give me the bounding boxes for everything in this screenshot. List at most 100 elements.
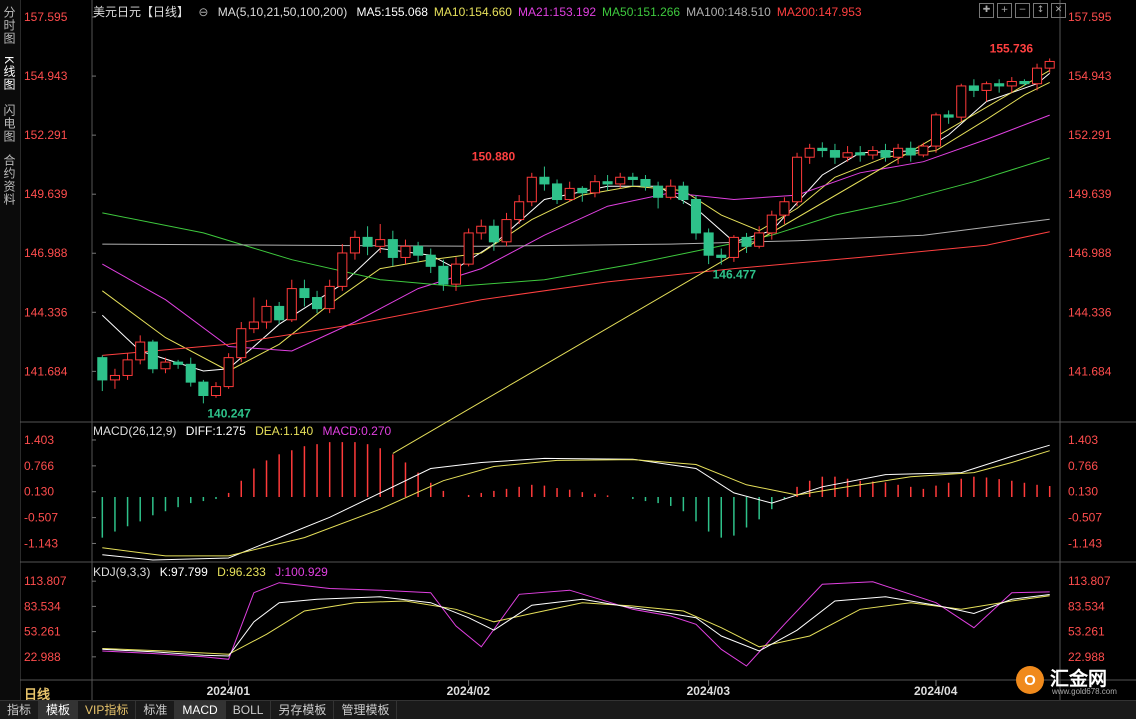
price-tick-label: 157.595: [1068, 10, 1112, 24]
bottom-tab[interactable]: 模板: [39, 701, 79, 719]
candle-body: [994, 83, 1005, 87]
bottom-toolbar: 指标 模板 VIP指标 标准 MACD BOLL 另存模板 管理模板: [0, 700, 1136, 719]
candle-body: [968, 85, 979, 91]
candle-body: [248, 321, 259, 330]
price-tick-label: 154.943: [1068, 69, 1112, 83]
candle-body: [413, 245, 424, 256]
tab-kline[interactable]: K线图: [2, 56, 18, 91]
macd-dea-line: [102, 450, 1050, 557]
candle-body: [918, 145, 929, 156]
kdj-tick-label: 113.807: [1068, 574, 1111, 588]
bottom-tab[interactable]: BOLL: [226, 701, 272, 719]
fold-icon[interactable]: ⊖: [198, 5, 208, 19]
price-tick-label: 146.988: [24, 246, 68, 260]
candle-body: [804, 147, 815, 158]
kdj-d: D:96.233: [217, 565, 266, 579]
ma-legend-item: MA100:148.510: [686, 5, 771, 19]
close-icon[interactable]: ✕: [1051, 3, 1066, 18]
macd-value: MACD:0.270: [322, 424, 392, 438]
candle-body: [514, 201, 525, 221]
candle-body: [779, 201, 790, 216]
candle-body: [728, 236, 739, 258]
logo: O 汇金网 www.gold678.com: [1016, 663, 1126, 697]
bottom-tab[interactable]: 另存模板: [271, 701, 335, 719]
candle-body: [526, 176, 537, 203]
kdj-j: J:100.929: [275, 565, 328, 579]
zoom-out-icon[interactable]: −: [1015, 3, 1030, 18]
candle-body: [147, 341, 158, 370]
ma-line-MA10: [102, 81, 1050, 372]
date-label: 2024/03: [687, 684, 731, 698]
bottom-tab[interactable]: 管理模板: [334, 701, 398, 719]
bottom-tab[interactable]: 标准: [136, 701, 176, 719]
candle-body: [703, 232, 714, 256]
candle-body: [236, 328, 247, 359]
candle-body: [981, 83, 992, 91]
candle-body: [450, 263, 462, 285]
date-label: 2024/01: [207, 684, 251, 698]
macd-label: MACD(26,12,9): [93, 424, 177, 438]
tab-timeshare[interactable]: 分时图: [2, 6, 18, 45]
candle-body: [956, 85, 967, 118]
macd-diff: DIFF:1.275: [185, 424, 246, 438]
ma-legend-item: MA200:147.953: [776, 5, 862, 19]
candle-body: [299, 288, 310, 299]
tab-flash[interactable]: 闪电图: [2, 104, 18, 143]
candle-body: [867, 150, 878, 156]
candle-body: [754, 232, 765, 247]
view-sidebar: 分时图 K线图 闪电图 合约资料: [0, 0, 21, 718]
date-label: 2024/02: [447, 684, 491, 698]
macd-tick-label: -1.143: [24, 536, 58, 550]
candle-body: [362, 236, 373, 247]
candle-body: [829, 150, 840, 158]
logo-site: www.gold678.com: [1052, 687, 1117, 696]
candle-body: [589, 181, 600, 194]
price-tick-label: 152.291: [24, 128, 68, 142]
chart-canvas[interactable]: 157.595 157.595 154.943 154.943 152.291 152.2…: [20, 0, 1136, 700]
candle-body: [615, 176, 626, 185]
candle-body: [552, 183, 563, 201]
ma-legend-item: MA50:151.266: [602, 5, 681, 19]
candle-body: [792, 156, 803, 203]
crosshair-icon[interactable]: ✚: [979, 3, 994, 18]
bottom-tab[interactable]: MACD: [175, 701, 226, 719]
kdj-k: K:97.799: [159, 565, 208, 579]
candle-body: [324, 285, 335, 310]
candle-body: [855, 152, 866, 156]
candle-body: [286, 288, 297, 321]
ma-line-MA50: [102, 157, 1050, 287]
ma-legend-item: MA21:153.192: [517, 5, 597, 19]
candle-body: [716, 254, 727, 258]
candle-body: [337, 252, 348, 287]
candle-body: [349, 236, 360, 254]
candle-body: [375, 239, 386, 247]
price-tick-label: 146.988: [1068, 246, 1112, 260]
price-tick-label: 144.336: [24, 305, 68, 319]
candle-body: [602, 181, 613, 185]
price-tick-label: 152.291: [1068, 128, 1112, 142]
bottom-tab[interactable]: 指标: [0, 701, 40, 719]
logo-mark: O: [1016, 666, 1044, 694]
candle-body: [400, 245, 411, 258]
candle-body: [905, 147, 916, 156]
kdj-tick-label: 83.534: [1068, 599, 1105, 613]
kdj-j-line: [102, 581, 1050, 667]
candle-body: [640, 178, 651, 187]
macd-tick-label: 0.130: [24, 485, 54, 499]
candle-body: [842, 152, 853, 158]
macd-tick-label: -0.507: [24, 511, 58, 525]
macd-tick-label: -0.507: [1068, 511, 1102, 525]
zoom-in-icon[interactable]: +: [997, 3, 1012, 18]
candle-body: [274, 305, 285, 321]
expand-icon[interactable]: ↕: [1033, 3, 1048, 18]
candle-body: [223, 357, 234, 388]
ma-line-MA5: [101, 72, 1051, 372]
macd-dea: DEA:1.140: [255, 424, 314, 438]
candle-body: [476, 225, 487, 234]
tab-contract-info[interactable]: 合约资料: [2, 154, 18, 206]
price-annotation: 146.477: [713, 268, 757, 282]
bottom-tab[interactable]: VIP指标: [78, 701, 137, 719]
candle-body: [425, 254, 436, 267]
candle-body: [97, 357, 108, 381]
candle-body: [766, 214, 777, 234]
